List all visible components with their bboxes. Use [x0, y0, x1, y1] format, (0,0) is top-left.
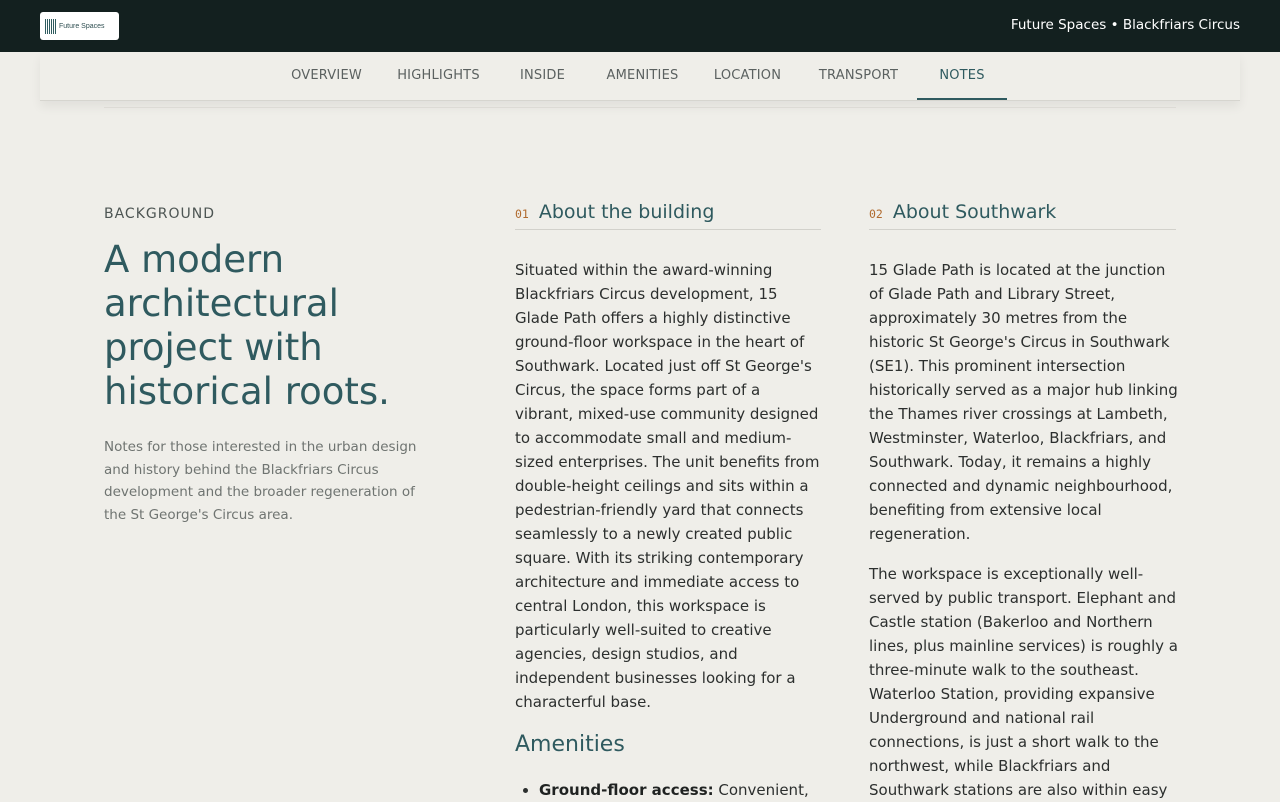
section-number: 01: [515, 207, 529, 221]
list-item: Ground-floor access: Convenient,: [539, 778, 829, 802]
section-eyebrow: BACKGROUND: [104, 206, 215, 222]
tab-notes[interactable]: NOTES: [917, 52, 1007, 100]
tab-inside[interactable]: INSIDE: [492, 52, 593, 99]
about-southwark-header: 02 About Southwark: [869, 201, 1176, 230]
intro-text: Notes for those interested in the urban …: [104, 439, 417, 523]
amenities-heading: Amenities: [515, 732, 625, 757]
tab-highlights[interactable]: HIGHLIGHTS: [385, 52, 492, 99]
transport-text: The workspace is exceptionally well-serv…: [869, 565, 1178, 799]
about-southwark-text: 15 Glade Path is located at the junction…: [869, 261, 1178, 543]
brand-logo[interactable]: Future Spaces: [40, 12, 119, 40]
about-building-text: Situated within the award-winning Blackf…: [515, 261, 820, 711]
page-title: Future Spaces • Blackfriars Circus: [1010, 17, 1240, 33]
tab-overview[interactable]: OVERVIEW: [268, 52, 385, 99]
about-southwark-title: About Southwark: [892, 201, 1057, 223]
hero-heading: A modern architectural project with hist…: [104, 238, 390, 413]
tab-amenities[interactable]: AMENITIES: [593, 52, 692, 99]
tab-location[interactable]: LOCATION: [692, 52, 803, 99]
top-bar: Future Spaces Future Spaces • Blackfriar…: [0, 0, 1280, 52]
divider: [104, 107, 1176, 108]
building-icon: [45, 18, 56, 34]
section-tabs: OVERVIEW HIGHLIGHTS INSIDE AMENITIES LOC…: [40, 52, 1240, 101]
logo-text: Future Spaces: [59, 22, 105, 30]
about-building-title: About the building: [538, 201, 715, 223]
section-number: 02: [869, 207, 883, 221]
amenity-term: Ground-floor access:: [539, 781, 714, 799]
amenities-list: Ground-floor access: Convenient,: [521, 778, 829, 802]
about-building-header: 01 About the building: [515, 201, 821, 230]
tab-transport[interactable]: TRANSPORT: [803, 52, 914, 99]
amenity-text: Convenient,: [713, 781, 809, 799]
